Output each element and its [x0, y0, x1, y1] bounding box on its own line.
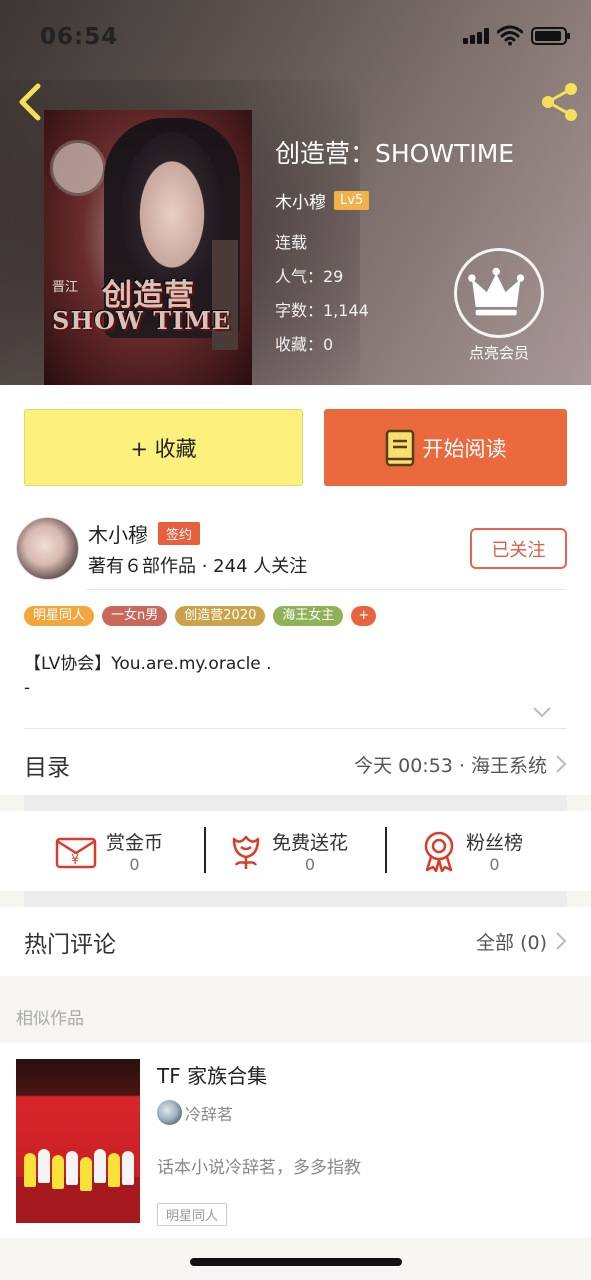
tag-list: 明星同人 一女n男 创造营2020 海王女主 + [24, 606, 377, 626]
start-reading-label: 开始阅读 [422, 436, 507, 461]
reward-coins-value: 0 [129, 855, 140, 874]
favorite-button[interactable]: + 收藏 [24, 409, 303, 486]
add-tag-button[interactable]: + [351, 606, 377, 626]
action-bar: + 收藏 开始阅读 [0, 385, 591, 505]
hot-comments-label: 热门评论 [24, 932, 116, 958]
similar-work-cover [16, 1059, 140, 1223]
tag-item[interactable]: 海王女主 [273, 606, 344, 626]
hot-comments-section: 热门评论 全部 (0) [0, 907, 591, 976]
book-header: 06:54 晋江 创造营 SHOW TIME 创造营：SHOWTIME 木小穆 … [0, 0, 591, 385]
free-flowers-label: 免费送花 [272, 832, 349, 854]
book-author[interactable]: 木小穆 [275, 188, 326, 213]
start-reading-button[interactable]: 开始阅读 [324, 409, 567, 486]
free-flowers-value: 0 [304, 855, 316, 874]
coin-envelope-icon: ¥ [55, 837, 97, 869]
divider [86, 589, 567, 590]
flower-icon [232, 835, 260, 869]
author-stats: 著有６部作品 · 244 人关注 [88, 556, 308, 577]
cover-title-line2: SHOW TIME [52, 306, 232, 335]
intro-line: - [24, 678, 31, 698]
similar-work-author-row: 冷辞茗 [157, 1100, 233, 1125]
chevron-right-icon [556, 932, 567, 950]
similar-works-heading: 相似作品 [16, 1009, 84, 1029]
signal-icon [463, 28, 491, 44]
svg-text:¥: ¥ [71, 853, 79, 868]
fan-ranking-value: 0 [489, 855, 500, 874]
follow-label: 已关注 [491, 539, 546, 561]
tag-item[interactable]: 创造营2020 [175, 606, 266, 626]
book-cover[interactable]: 晋江 创造营 SHOW TIME [44, 110, 252, 385]
book-author-row: 木小穆 Lv5 [275, 188, 575, 213]
reward-coins-button[interactable]: ¥ 赏金币 0 [54, 821, 163, 881]
author-section: 木小穆 签约 著有６部作品 · 244 人关注 已关注 明星同人 一女n男 创造… [0, 505, 591, 795]
ribbon-badge-icon [424, 831, 454, 872]
support-stats-bar: ¥ 赏金币 0 免费送花 0 粉丝榜 0 [0, 811, 591, 891]
similar-work-card[interactable]: TF 家族合集 冷辞茗 话本小说冷辞茗，多多指教 明星同人 [0, 1043, 591, 1238]
cover-face [122, 132, 222, 282]
section-spacer [24, 795, 567, 811]
chevron-down-icon[interactable] [532, 705, 552, 719]
tag-item[interactable]: 一女n男 [102, 606, 168, 626]
cover-clock-decoration [50, 140, 106, 196]
author-name-row: 木小穆 签约 [88, 519, 201, 548]
all-comments-link: 全部 (0) [476, 932, 547, 954]
hot-comments-row[interactable]: 热门评论 全部 (0) [24, 907, 567, 976]
divider [385, 827, 387, 873]
latest-chapter: 今天 00:53 · 海王系统 [354, 755, 547, 777]
home-indicator[interactable] [190, 1258, 402, 1266]
section-spacer [24, 891, 567, 907]
book-intro: 【LV协会】You.are.my.oracle . - [24, 652, 272, 700]
wifi-icon [497, 25, 523, 46]
status-bar: 06:54 [0, 0, 591, 70]
vip-button[interactable]: 点亮会员 [454, 248, 544, 368]
fan-ranking-label: 粉丝榜 [466, 832, 524, 854]
author-level-badge: Lv5 [334, 191, 370, 210]
reward-coins-label: 赏金币 [106, 832, 164, 854]
intro-line: 【LV协会】You.are.my.oracle . [24, 654, 272, 674]
chevron-right-icon [556, 755, 567, 773]
book-title: 创造营：SHOWTIME [275, 139, 515, 168]
toc-label: 目录 [24, 755, 70, 781]
similar-work-title: TF 家族合集 [157, 1064, 268, 1088]
follow-button[interactable]: 已关注 [470, 528, 567, 569]
battery-icon [531, 27, 570, 45]
similar-work-author-avatar [157, 1100, 182, 1125]
status-time: 06:54 [40, 24, 119, 50]
signed-badge: 签约 [158, 522, 201, 545]
vip-label: 点亮会员 [468, 344, 529, 362]
author-name[interactable]: 木小穆 [88, 519, 148, 548]
free-flowers-button[interactable]: 免费送花 0 [228, 821, 348, 881]
similar-work-tag: 明星同人 [157, 1203, 228, 1226]
back-arrow-icon[interactable] [14, 82, 48, 122]
author-avatar[interactable] [16, 517, 79, 580]
cover-corner-text: 晋江 [52, 280, 79, 295]
tag-item[interactable]: 明星同人 [24, 606, 95, 626]
similar-work-description: 话本小说冷辞茗，多多指教 [157, 1158, 361, 1178]
favorite-label: + 收藏 [130, 436, 197, 461]
book-icon [385, 429, 414, 466]
similar-work-author: 冷辞茗 [185, 1104, 234, 1124]
share-icon[interactable] [538, 80, 582, 124]
fan-ranking-button[interactable]: 粉丝榜 0 [420, 821, 523, 881]
crown-icon [454, 248, 544, 338]
table-of-contents-row[interactable]: 目录 今天 00:53 · 海王系统 [24, 728, 567, 795]
divider [204, 827, 206, 873]
